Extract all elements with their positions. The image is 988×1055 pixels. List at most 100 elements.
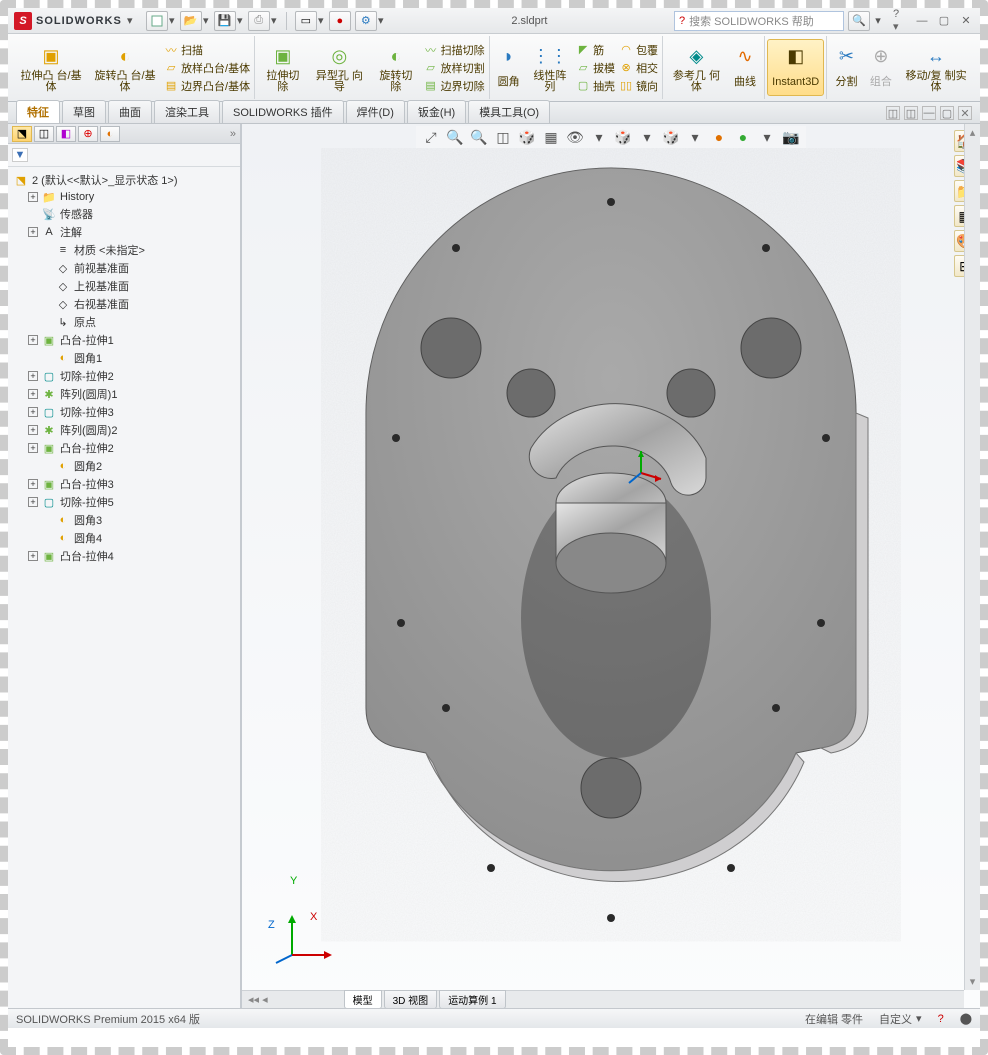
intersect-button[interactable]: ⊗相交 — [619, 60, 658, 76]
split-button[interactable]: ✂分割 — [829, 40, 863, 95]
tree-item[interactable]: ◐圆角4 — [10, 529, 238, 547]
refgeo-button[interactable]: ◈参考几 何体 — [665, 40, 728, 95]
scene-icon[interactable]: 🎲 — [614, 128, 632, 146]
linear-pattern-button[interactable]: ⋮⋮线性阵 列 — [526, 40, 574, 95]
boundary-button[interactable]: ▤边界凸台/基体 — [164, 78, 250, 94]
tree-item[interactable]: +▣凸台-拉伸1 — [10, 331, 238, 349]
view-settings-icon[interactable]: 🎲 — [662, 128, 680, 146]
tree-item[interactable]: +📁History — [10, 189, 238, 205]
revolve-boss-button[interactable]: ◐旋转凸 台/基体 — [88, 40, 162, 95]
zoom-fit-icon[interactable]: ⤢ — [422, 128, 440, 146]
tree-item[interactable]: +✱阵列(圆周)2 — [10, 421, 238, 439]
tree-item[interactable]: +A注解 — [10, 223, 238, 241]
fillet-button[interactable]: ◗圆角 — [492, 40, 526, 95]
rib-button[interactable]: ◤筋 — [576, 42, 615, 58]
maximize-button[interactable]: ▢ — [936, 13, 952, 29]
scrollbar-vertical[interactable]: ▴▾ — [964, 124, 980, 990]
qa-print[interactable]: ⎙▾ — [248, 11, 278, 31]
qa-open[interactable]: 📂▾ — [180, 11, 210, 31]
cut-extrude-button[interactable]: ▣拉伸切 除 — [257, 40, 308, 95]
appearance2-icon[interactable]: ● — [734, 128, 752, 146]
doc-icon1[interactable]: ◫ — [886, 106, 900, 120]
shell-button[interactable]: ▢抽壳 — [576, 78, 615, 94]
graphics-viewport[interactable]: ⤢ 🔍 🔍 ◫ 🎲 ▦ 👁 ▾ 🎲 ▾ 🎲 ▾ ● ● ▾ 📷 🏠 📚 📁 ▦ … — [242, 124, 980, 1008]
tree-item[interactable]: 📡传感器 — [10, 205, 238, 223]
help-dropdown[interactable]: ? ▾ — [892, 13, 908, 29]
combine-button[interactable]: ⊕组合 — [864, 40, 898, 95]
status-custom[interactable]: 自定义 ▾ — [879, 1011, 922, 1027]
tree-item[interactable]: +▣凸台-拉伸3 — [10, 475, 238, 493]
fm-tab-dim[interactable]: ⊕ — [78, 126, 98, 142]
tree-item[interactable]: +✱阵列(圆周)1 — [10, 385, 238, 403]
tab-nav-left[interactable]: ◂◂ ◂ — [242, 993, 274, 1006]
qa-options[interactable]: ⚙▾ — [355, 11, 385, 31]
status-stop-icon[interactable]: ⬤ — [960, 1012, 972, 1025]
tab-addins[interactable]: SOLIDWORKS 插件 — [222, 100, 344, 123]
appearance-icon[interactable]: ● — [710, 128, 728, 146]
filter-icon[interactable]: ▼ — [12, 148, 28, 162]
tree-item[interactable]: ↳原点 — [10, 313, 238, 331]
doc-icon2[interactable]: ◫ — [904, 106, 918, 120]
tree-item[interactable]: ◐圆角1 — [10, 349, 238, 367]
draft-button[interactable]: ▱拔模 — [576, 60, 615, 76]
curve-button[interactable]: ∿曲线 — [728, 40, 762, 95]
zoom-area-icon[interactable]: 🔍 — [446, 128, 464, 146]
wrap-button[interactable]: ◠包覆 — [619, 42, 658, 58]
mirror-button[interactable]: ▯▯镜向 — [619, 78, 658, 94]
fm-tab-config[interactable]: ◧ — [56, 126, 76, 142]
tree-item[interactable]: +▢切除-拉伸2 — [10, 367, 238, 385]
sweep-button[interactable]: 〰扫描 — [164, 42, 250, 58]
tab-mold[interactable]: 模具工具(O) — [468, 100, 550, 123]
minimize-button[interactable]: — — [914, 13, 930, 29]
btab-motion[interactable]: 运动算例 1 — [439, 990, 505, 1008]
display-style-icon[interactable]: ▦ — [542, 128, 560, 146]
tab-surface[interactable]: 曲面 — [108, 100, 152, 123]
cut-sweep-button[interactable]: 〰扫描切除 — [424, 42, 485, 58]
search-go[interactable]: 🔍 — [848, 11, 870, 31]
close-button[interactable]: ✕ — [958, 13, 974, 29]
snapshot-icon[interactable]: 📷 — [782, 128, 800, 146]
tab-weldment[interactable]: 焊件(D) — [346, 100, 405, 123]
qa-save[interactable]: 💾▾ — [214, 11, 244, 31]
move-copy-button[interactable]: ↔移动/复 制实体 — [898, 40, 974, 95]
doc-restore[interactable]: ▢ — [940, 106, 954, 120]
tree-item[interactable]: ◇前视基准面 — [10, 259, 238, 277]
cut-boundary-button[interactable]: ▤边界切除 — [424, 78, 485, 94]
prev-view-icon[interactable]: 🔍 — [470, 128, 488, 146]
tree-item[interactable]: ◐圆角2 — [10, 457, 238, 475]
doc-minimize[interactable]: — — [922, 106, 936, 120]
tab-sketch[interactable]: 草图 — [62, 100, 106, 123]
panel-collapse[interactable]: » — [230, 128, 236, 140]
loft-button[interactable]: ▱放样凸台/基体 — [164, 60, 250, 76]
fm-tab-property[interactable]: ◫ — [34, 126, 54, 142]
cut-loft-button[interactable]: ▱放样切割 — [424, 60, 485, 76]
btab-3dview[interactable]: 3D 视图 — [384, 990, 438, 1008]
tab-sheetmetal[interactable]: 钣金(H) — [407, 100, 466, 123]
tree-item[interactable]: ≡材质 <未指定> — [10, 241, 238, 259]
tree-root[interactable]: ⬔2 (默认<<默认>_显示状态 1>) — [10, 171, 238, 189]
instant3d-button[interactable]: ◧Instant3D — [767, 39, 824, 96]
view-orient-icon[interactable]: 🎲 — [518, 128, 536, 146]
qa-new[interactable]: ▾ — [146, 11, 176, 31]
hole-wizard-button[interactable]: ◎异型孔 向导 — [309, 40, 371, 95]
tab-render[interactable]: 渲染工具 — [154, 100, 220, 123]
qa-rebuild[interactable]: ● — [329, 11, 351, 31]
tree-item[interactable]: +▢切除-拉伸5 — [10, 493, 238, 511]
fm-tab-display[interactable]: ◐ — [100, 126, 120, 142]
status-help-icon[interactable]: ? — [938, 1013, 944, 1025]
btab-model[interactable]: 模型 — [344, 990, 382, 1008]
doc-close[interactable]: ✕ — [958, 106, 972, 120]
app-menu-dropdown[interactable]: ▾ — [126, 14, 134, 27]
tree-item[interactable]: +▢切除-拉伸3 — [10, 403, 238, 421]
fm-tab-feature[interactable]: ⬔ — [12, 126, 32, 142]
feature-tree[interactable]: ⬔2 (默认<<默认>_显示状态 1>) +📁History📡传感器+A注解≡材… — [8, 167, 240, 1008]
tree-item[interactable]: +▣凸台-拉伸2 — [10, 439, 238, 457]
extrude-boss-button[interactable]: ▣拉伸凸 台/基体 — [14, 40, 88, 95]
qa-select[interactable]: ▭▾ — [295, 11, 325, 31]
tree-item[interactable]: +▣凸台-拉伸4 — [10, 547, 238, 565]
help-search[interactable]: ? 搜索 SOLIDWORKS 帮助 — [674, 11, 844, 31]
tree-item[interactable]: ◐圆角3 — [10, 511, 238, 529]
section-view-icon[interactable]: ◫ — [494, 128, 512, 146]
hide-show-icon[interactable]: 👁 — [566, 128, 584, 146]
tab-features[interactable]: 特征 — [16, 100, 60, 123]
